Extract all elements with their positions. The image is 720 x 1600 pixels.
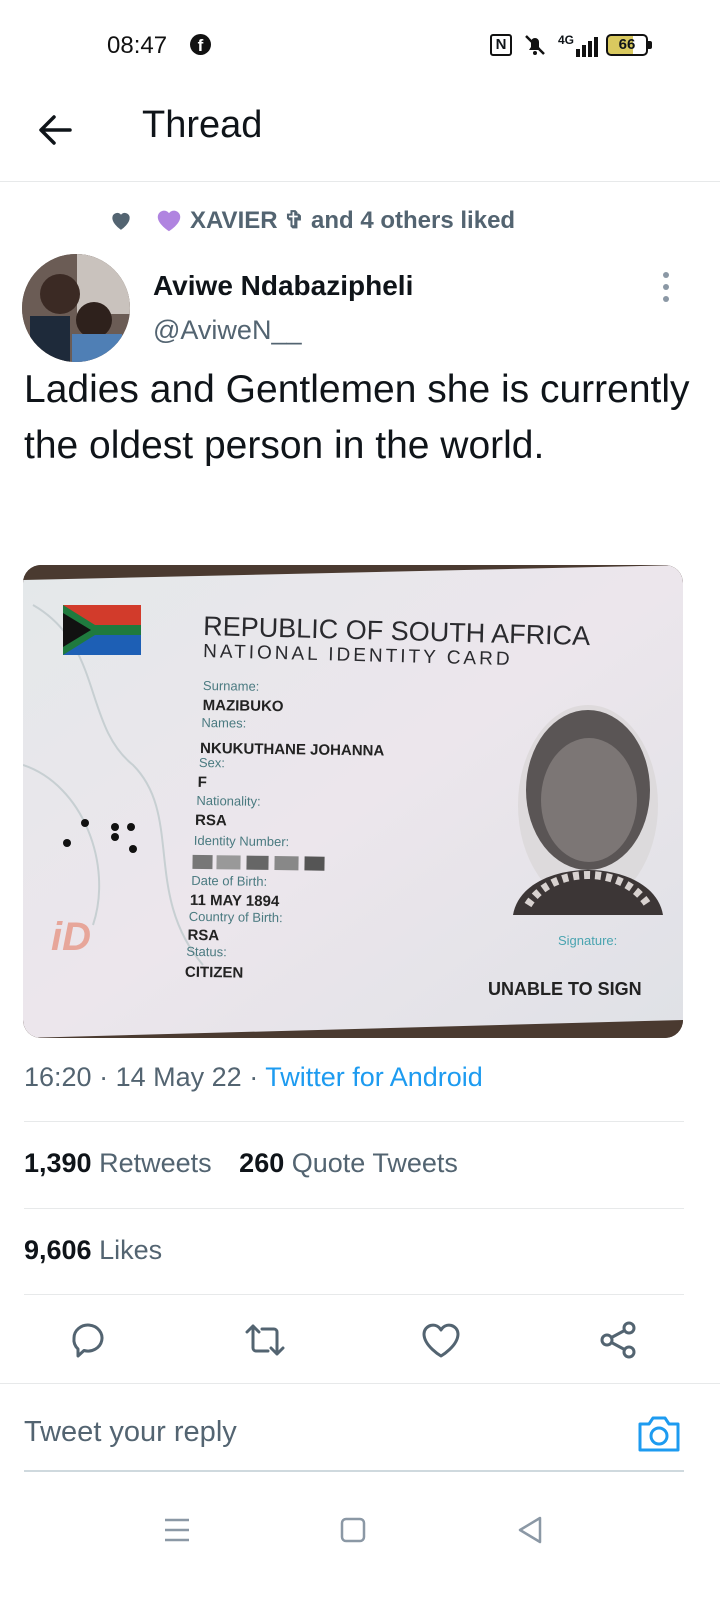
nationality-label: Nationality:: [196, 793, 261, 809]
id-card-photo: REPUBLIC OF SOUTH AFRICA NATIONAL IDENTI…: [23, 565, 683, 1038]
likes-stat[interactable]: 9,606 Likes: [24, 1235, 162, 1266]
reply-input[interactable]: Tweet your reply: [24, 1416, 237, 1449]
tweet-source-link[interactable]: Twitter for Android: [265, 1062, 483, 1092]
names-value: NKUKUTHANE JOHANNA: [200, 740, 385, 760]
divider: [24, 1121, 684, 1122]
tweet-time: 16:20: [24, 1062, 92, 1092]
system-icons: N 4G 66: [490, 31, 653, 59]
names-label: Names:: [201, 715, 246, 731]
divider: [24, 1208, 684, 1209]
status-time: 08:47: [107, 32, 168, 59]
meta-separator: ·: [99, 1062, 109, 1092]
id-logo: iD: [51, 915, 91, 959]
quote-tweets-label: Quote Tweets: [291, 1148, 458, 1178]
camera-icon[interactable]: [636, 1412, 682, 1454]
sex-value: F: [198, 774, 207, 791]
like-heart-icon[interactable]: [419, 1318, 463, 1362]
status-bar: 08:47 f N 4G 66: [0, 0, 720, 90]
tweet-media-image[interactable]: REPUBLIC OF SOUTH AFRICA NATIONAL IDENTI…: [23, 565, 683, 1038]
social-context-text: XAVIER ✞ and 4 others liked: [190, 206, 516, 234]
signal-icon: 4G: [558, 33, 599, 57]
heart-icon: [112, 212, 130, 230]
avatar[interactable]: [22, 254, 130, 362]
mute-icon: [525, 35, 545, 55]
tweet-actions: [0, 1310, 720, 1380]
identity-number-label: Identity Number:: [194, 833, 290, 849]
country-of-birth-label: Country of Birth:: [189, 909, 283, 925]
retweet-icon[interactable]: [243, 1318, 287, 1362]
menu-icon[interactable]: [157, 1510, 197, 1550]
quote-tweets-stat[interactable]: 260 Quote Tweets: [239, 1148, 458, 1178]
retweets-stat[interactable]: 1,390 Retweets: [24, 1148, 212, 1178]
author-handle[interactable]: @AviweN__: [153, 315, 301, 346]
reply-underline: [24, 1470, 684, 1472]
tweet-text: Ladies and Gentlemen she is currently th…: [24, 368, 690, 467]
reply-icon[interactable]: [66, 1318, 110, 1362]
date-of-birth-value: 11 MAY 1894: [190, 892, 280, 910]
tweet-meta: 16:20 · 14 May 22 · Twitter for Android: [24, 1062, 483, 1093]
purple-heart-emoji-icon: [157, 210, 181, 232]
home-square-icon[interactable]: [333, 1510, 373, 1550]
south-africa-flag-icon: [63, 605, 141, 655]
back-arrow-icon[interactable]: [34, 108, 78, 152]
status-label: Status:: [186, 944, 227, 960]
system-navigation-bar: [0, 1490, 720, 1600]
back-triangle-icon[interactable]: [510, 1510, 550, 1550]
retweet-stats: 1,390 Retweets 260 Quote Tweets: [24, 1148, 458, 1179]
surname-value: MAZIBUKO: [203, 697, 284, 715]
country-of-birth-value: RSA: [187, 927, 219, 944]
facebook-notification-icon: f: [190, 34, 211, 55]
signature-value: UNABLE TO SIGN: [488, 979, 642, 999]
profile-photo-icon: [22, 254, 130, 362]
nationality-value: RSA: [195, 812, 227, 829]
likes-label: Likes: [99, 1235, 163, 1265]
nfc-icon: N: [490, 34, 512, 56]
social-context[interactable]: XAVIER ✞ and 4 others liked: [108, 202, 515, 238]
author-name[interactable]: Aviwe Ndabazipheli: [153, 270, 413, 302]
network-type-label: 4G: [558, 33, 575, 47]
retweets-count: 1,390: [24, 1148, 92, 1178]
sex-label: Sex:: [199, 755, 225, 770]
share-icon[interactable]: [596, 1318, 640, 1362]
reply-bar: Tweet your reply: [0, 1383, 720, 1471]
battery-icon: 66: [606, 34, 653, 56]
app-header: Thread: [0, 90, 720, 182]
date-of-birth-label: Date of Birth:: [191, 873, 267, 889]
tweet-date: 14 May 22: [115, 1062, 242, 1092]
divider: [24, 1294, 684, 1295]
retweets-label: Retweets: [99, 1148, 212, 1178]
page-title: Thread: [142, 104, 263, 146]
more-options-icon[interactable]: [658, 270, 674, 304]
status-value: CITIZEN: [185, 964, 244, 982]
signature-label: Signature:: [558, 933, 617, 948]
surname-label: Surname:: [203, 678, 260, 694]
identity-number-redacted: [192, 854, 325, 871]
meta-separator-2: ·: [249, 1062, 259, 1092]
quote-tweets-count: 260: [239, 1148, 285, 1178]
likes-count: 9,606: [24, 1235, 92, 1265]
